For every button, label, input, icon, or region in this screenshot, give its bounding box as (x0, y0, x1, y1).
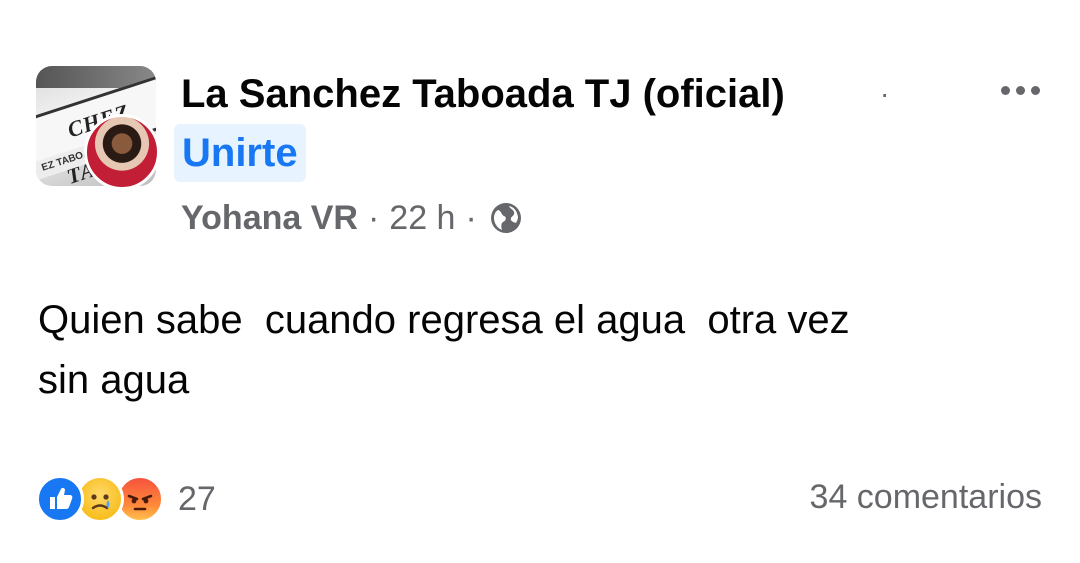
author-name-link[interactable]: Yohana VR (181, 199, 358, 238)
post-meta: Yohana VR · 22 h · (181, 196, 523, 240)
post-card: CHEZ TABOAD EZ TABOADA La Sanchez Taboad… (0, 0, 1080, 563)
reaction-count[interactable]: 27 (178, 480, 216, 519)
group-name-link[interactable]: La Sanchez Taboada TJ (oficial) (181, 72, 785, 117)
header-separator: · (880, 78, 890, 109)
comments-count-link[interactable]: 34 comentarios (810, 478, 1042, 517)
join-group-button[interactable]: Unirte (174, 124, 306, 182)
avatar-group[interactable]: CHEZ TABOAD EZ TABOADA (36, 66, 160, 190)
reactions-summary[interactable]: 27 (36, 474, 216, 524)
more-options-icon (1030, 85, 1040, 95)
meta-separator: · (367, 198, 380, 237)
post-time-link[interactable]: 22 h (389, 199, 455, 238)
globe-icon[interactable] (489, 201, 523, 235)
more-options-icon (1015, 85, 1025, 95)
post-text: Quien sabe cuando regresa el agua otra v… (38, 298, 850, 402)
user-avatar[interactable] (84, 114, 160, 190)
meta-separator: · (465, 198, 477, 237)
like-icon (36, 475, 84, 523)
more-options-button[interactable] (990, 72, 1050, 108)
more-options-icon (1000, 85, 1010, 95)
